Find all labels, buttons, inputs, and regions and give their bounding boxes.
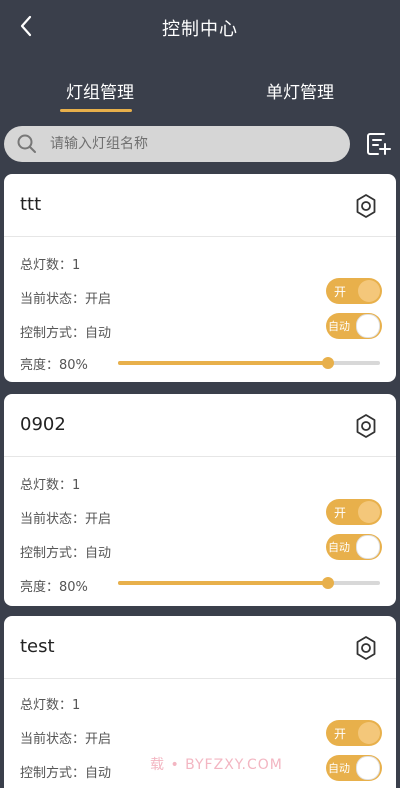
toggle-label: 开 [334,285,347,299]
control-mode-value: 自动 [85,546,112,561]
total-lights-value: 1 [72,258,81,273]
gear-icon[interactable] [352,412,380,440]
slider-thumb[interactable] [321,357,334,369]
group-name: ttt [20,194,42,215]
brightness-slider[interactable] [118,357,380,369]
tab-label: 灯组管理 [66,83,134,103]
toggle-knob [356,314,380,338]
gear-icon[interactable] [352,192,380,220]
control-mode-value: 自动 [85,326,112,341]
tab-label: 单灯管理 [266,83,334,103]
slider-fill [118,581,328,585]
brightness-label: 亮度： [20,358,60,373]
auto-mode-toggle[interactable]: 自动 [326,534,382,560]
power-toggle[interactable]: 开 [326,278,382,304]
brightness-row: 亮度：80% [20,576,88,595]
status-value: 开启 [85,512,112,527]
total-lights-label: 总灯数： [20,478,73,493]
control-mode-label: 控制方式： [20,546,86,561]
card-header: test [4,616,396,679]
search-bar [4,126,350,162]
control-mode-row: 控制方式：自动 [20,322,111,341]
total-lights-row: 总灯数：1 [20,254,80,273]
auto-mode-toggle[interactable]: 自动 [326,313,382,339]
status-label: 当前状态： [20,292,86,307]
search-input[interactable] [48,135,312,153]
power-toggle[interactable]: 开 [326,499,382,525]
watermark: 载 • BYFZXY.COM [150,757,283,773]
toggle-knob [358,722,380,744]
card-header: 0902 [4,394,396,457]
status-value: 开启 [85,732,112,747]
toggle-label: 自动 [328,320,350,333]
search-icon [17,134,36,153]
control-mode-label: 控制方式： [20,326,86,341]
toggle-knob [358,501,380,523]
page-title: 控制中心 [162,19,238,40]
power-toggle[interactable]: 开 [326,720,382,746]
light-group-card: ttt 总灯数：1 当前状态：开启 开 控制方式：自动 自动 亮度：80% [4,174,396,382]
toggle-label: 自动 [328,762,350,775]
status-row: 当前状态：开启 [20,288,111,307]
tab-single-light-management[interactable]: 单灯管理 [200,72,400,103]
total-lights-value: 1 [72,698,81,713]
toggle-label: 自动 [328,541,350,554]
brightness-row: 亮度：80% [20,354,88,373]
brightness-value: 80% [59,580,88,595]
total-lights-label: 总灯数： [20,258,73,273]
status-label: 当前状态： [20,512,86,527]
total-lights-value: 1 [72,478,81,493]
toggle-knob [358,280,380,302]
light-group-card: 0902 总灯数：1 当前状态：开启 开 控制方式：自动 自动 亮度：80% [4,394,396,606]
toggle-knob [356,756,380,780]
slider-fill [118,361,328,365]
status-row: 当前状态：开启 [20,508,111,527]
control-mode-row: 控制方式：自动 [20,542,111,561]
active-tab-indicator [60,109,132,112]
total-lights-label: 总灯数： [20,698,73,713]
toggle-label: 开 [334,506,347,520]
top-bar: 控制中心 [0,0,400,56]
total-lights-row: 总灯数：1 [20,474,80,493]
tab-group-management[interactable]: 灯组管理 [0,72,200,112]
group-name: 0902 [20,414,66,435]
brightness-label: 亮度： [20,580,60,595]
gear-icon[interactable] [352,634,380,662]
brightness-slider[interactable] [118,577,380,589]
control-mode-value: 自动 [85,766,112,781]
status-value: 开启 [85,292,112,307]
toggle-label: 开 [334,727,347,741]
total-lights-row: 总灯数：1 [20,694,80,713]
group-name: test [20,636,55,657]
toggle-knob [356,535,380,559]
tab-bar: 灯组管理 单灯管理 [0,72,400,112]
slider-thumb[interactable] [321,577,334,589]
control-mode-label: 控制方式： [20,766,86,781]
control-mode-row: 控制方式：自动 [20,762,111,781]
auto-mode-toggle[interactable]: 自动 [326,755,382,781]
status-row: 当前状态：开启 [20,728,111,747]
brightness-value: 80% [59,358,88,373]
card-header: ttt [4,174,396,237]
status-label: 当前状态： [20,732,86,747]
add-group-icon[interactable] [364,130,392,158]
